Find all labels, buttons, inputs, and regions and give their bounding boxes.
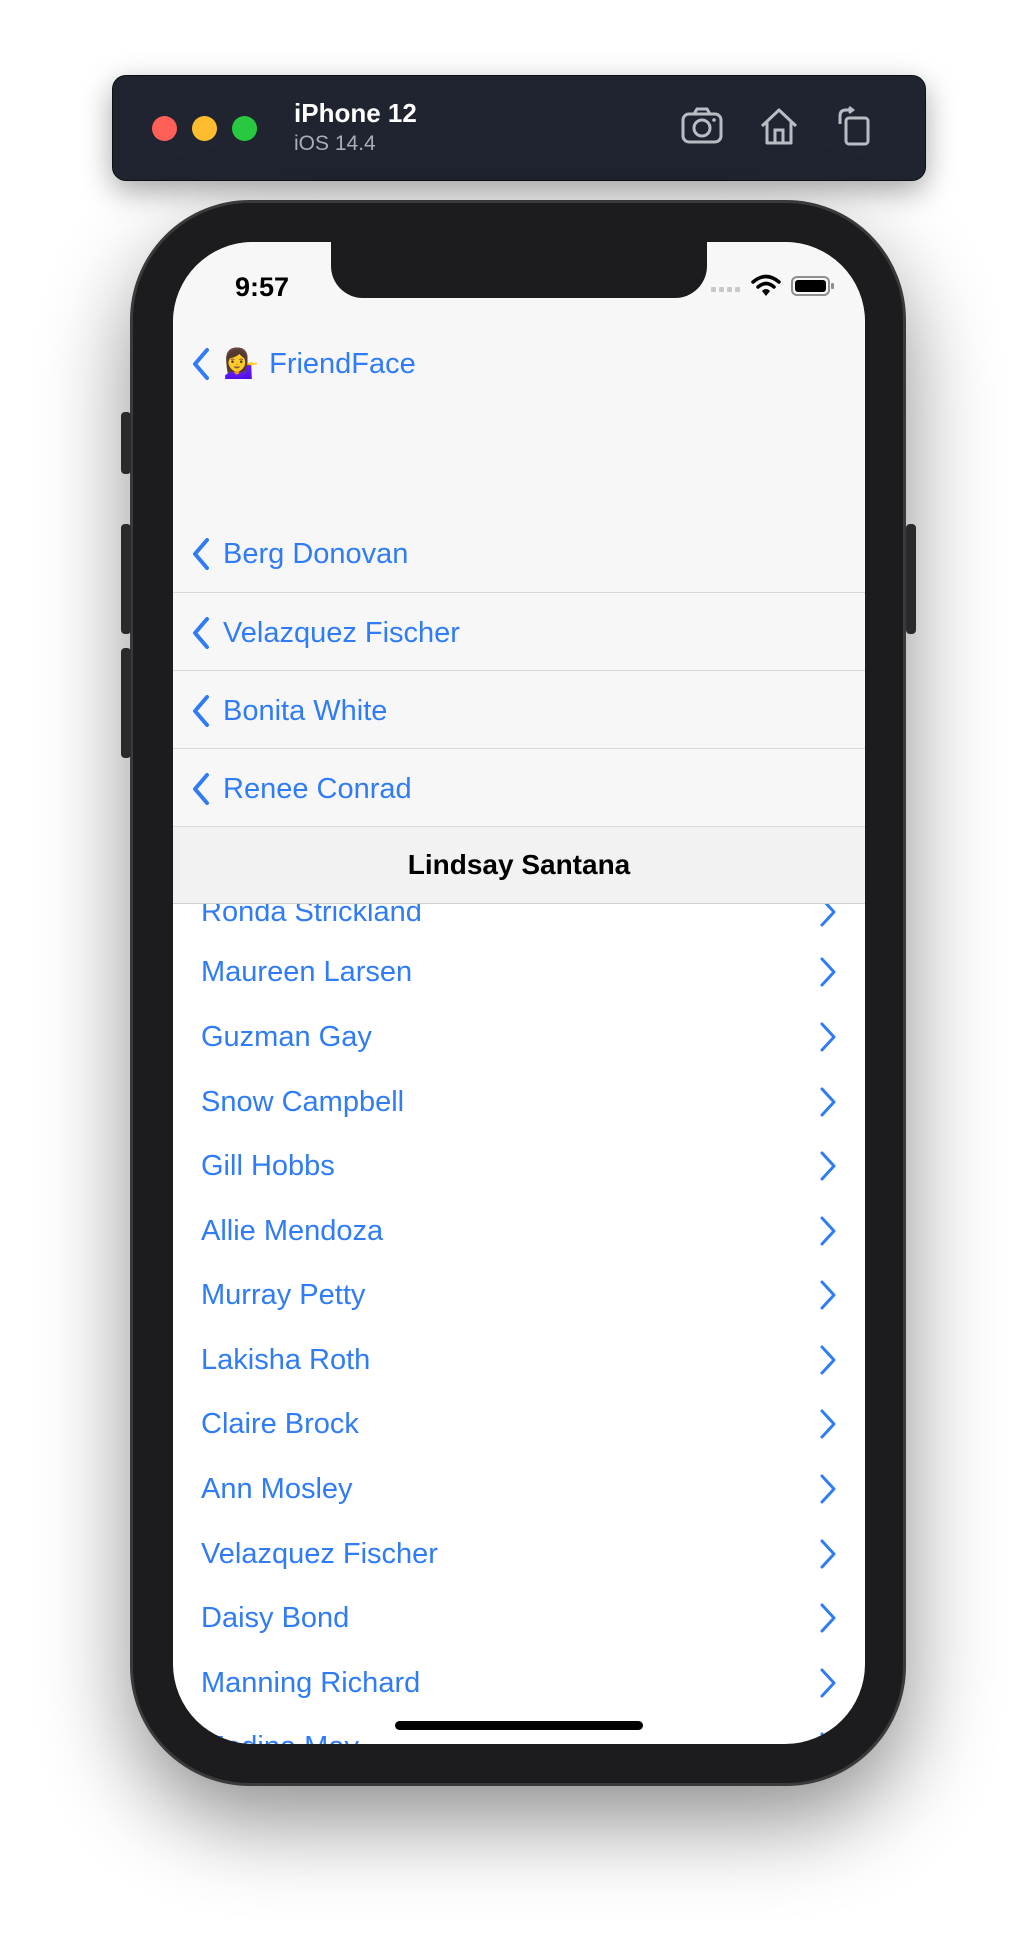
list-item[interactable]: Allie Mendoza: [173, 1199, 865, 1263]
list-item-label: Maureen Larsen: [201, 955, 413, 988]
nav-row-2: Bonita White: [173, 670, 865, 748]
nav-row-0: Berg Donovan: [173, 514, 865, 592]
list-item-label: Gill Hobbs: [201, 1149, 335, 1182]
list-item-label: Guzman Gay: [201, 1020, 372, 1053]
chevron-left-icon: [193, 695, 209, 727]
battery-icon: [791, 275, 835, 302]
back-button-berg-donovan[interactable]: Berg Donovan: [187, 534, 408, 574]
status-time: 9:57: [235, 272, 290, 302]
chevron-right-icon: [820, 1732, 834, 1744]
list-item[interactable]: Maureen Larsen: [173, 940, 865, 1004]
minimize-window-button[interactable]: [192, 116, 217, 141]
list-item-label: Claire Brock: [201, 1407, 359, 1440]
list-item[interactable]: Daisy Bond: [173, 1586, 865, 1650]
chevron-left-icon: [193, 348, 209, 380]
list-item[interactable]: Velazquez Fischer: [173, 1522, 865, 1586]
back-button-label: Berg Donovan: [223, 537, 409, 570]
list-item[interactable]: Murray Petty: [173, 1263, 865, 1327]
chevron-left-icon: [193, 617, 209, 649]
back-button-label: Velazquez Fischer: [223, 616, 460, 649]
silent-switch: [121, 412, 131, 474]
chevron-right-icon: [820, 1280, 836, 1310]
list-item-label: Lakisha Roth: [201, 1343, 371, 1376]
list-item[interactable]: Lakisha Roth: [173, 1328, 865, 1392]
back-button-label: Renee Conrad: [223, 772, 412, 805]
back-button-velazquez-fischer[interactable]: Velazquez Fischer: [187, 613, 460, 653]
zoom-window-button[interactable]: [232, 116, 257, 141]
chevron-right-icon: [820, 1022, 836, 1052]
close-window-button[interactable]: [152, 116, 177, 141]
list-item[interactable]: Ann Mosley: [173, 1457, 865, 1521]
wifi-icon: [751, 274, 781, 303]
device-screen: 9:57: [173, 242, 865, 1744]
nav-row-3: Renee Conrad: [173, 748, 865, 826]
list-item-label: Murray Petty: [201, 1278, 366, 1311]
list-item[interactable]: Gill Hobbs: [173, 1134, 865, 1198]
chevron-right-icon: [820, 1668, 836, 1698]
list-item[interactable]: Claire Brock: [173, 1392, 865, 1456]
chevron-left-icon: [193, 773, 209, 805]
list-item-label: Allie Mendoza: [201, 1214, 384, 1247]
chevron-right-icon: [820, 1474, 836, 1504]
chevron-right-icon: [820, 1216, 836, 1246]
back-button-bonita-white[interactable]: Bonita White: [187, 691, 387, 731]
volume-down-button: [121, 648, 131, 758]
page-title: Lindsay Santana: [407, 849, 631, 880]
rotate-icon[interactable]: [834, 106, 874, 146]
chevron-left-icon: [193, 538, 209, 570]
list-item-label: Velazquez Fischer: [201, 1537, 438, 1570]
chevron-right-icon: [820, 1151, 836, 1181]
chevron-right-icon: [820, 1345, 836, 1375]
back-button-emoji: 💁‍♀️: [223, 348, 260, 380]
list-item-label: Snow Campbell: [201, 1085, 405, 1118]
home-icon[interactable]: [758, 106, 800, 146]
volume-up-button: [121, 524, 131, 634]
notch: [331, 242, 707, 298]
device-name: iPhone 12: [294, 98, 417, 128]
back-button-friendface[interactable]: 💁‍♀️ FriendFace: [187, 344, 416, 384]
back-button-renee-conrad[interactable]: Renee Conrad: [187, 769, 412, 809]
chevron-right-icon: [820, 1539, 836, 1569]
side-button: [906, 524, 916, 634]
list-item[interactable]: Guzman Gay: [173, 1005, 865, 1069]
list-item-label: Medina May: [201, 1731, 359, 1745]
nav-row-1: Velazquez Fischer: [173, 592, 865, 670]
list-item[interactable]: Manning Richard: [173, 1651, 865, 1715]
list-item[interactable]: Snow Campbell: [173, 1070, 865, 1134]
back-button-label: FriendFace: [269, 347, 416, 380]
back-button-label: Bonita White: [223, 694, 388, 727]
chevron-right-icon: [820, 1603, 836, 1633]
device-os-version: iOS 14.4: [294, 132, 376, 155]
signal-icon: [711, 280, 741, 298]
list-item-label: Daisy Bond: [201, 1601, 350, 1634]
screenshot-icon[interactable]: [680, 106, 724, 146]
chevron-right-icon: [820, 957, 836, 987]
home-indicator[interactable]: [395, 1721, 643, 1730]
navigation-bar: Lindsay Santana: [173, 826, 865, 904]
list-item-label: Ann Mosley: [201, 1472, 353, 1505]
chevron-right-icon: [820, 1087, 836, 1117]
list-item-label: Manning Richard: [201, 1666, 421, 1699]
chevron-right-icon: [820, 1409, 836, 1439]
